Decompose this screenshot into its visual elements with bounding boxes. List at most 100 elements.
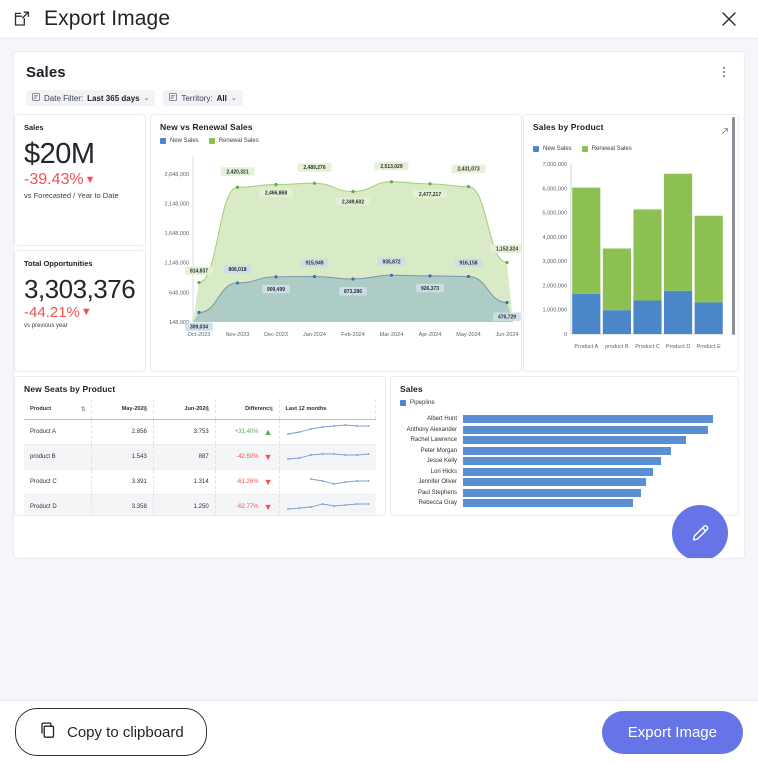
pipeline-row[interactable]: Lori Hicks — [391, 467, 726, 478]
svg-text:Feb-2024: Feb-2024 — [341, 332, 365, 338]
pipeline-bar — [463, 488, 641, 497]
svg-text:6,000,000: 6,000,000 — [543, 186, 567, 192]
cell-difference: -62.77% ▼ — [215, 494, 280, 515]
legend-swatch-pipeline — [400, 400, 406, 406]
legend-label-renewal-sales: Renewal Sales — [218, 138, 259, 144]
chart-card-new-vs-renewal[interactable]: New vs Renewal Sales New Sales Renewal S… — [150, 114, 522, 372]
cell-difference: +31.40% ▲ — [215, 419, 280, 445]
sparkline — [286, 453, 369, 460]
sort-icon[interactable]: ⇅ — [205, 406, 210, 413]
table-col-may[interactable]: May-2024 ⇅ — [91, 399, 154, 420]
svg-text:2,466,868: 2,466,868 — [265, 191, 287, 197]
page-title: Export Image — [44, 7, 171, 30]
sparkline — [286, 424, 369, 435]
more-vertical-icon[interactable] — [716, 62, 732, 82]
svg-text:648,000: 648,000 — [169, 290, 189, 296]
table-row[interactable]: Product C 3.391 1.314 -61.26% ▼ — [24, 469, 376, 495]
table-col-jun[interactable]: Jun-2024 ⇅ — [153, 399, 216, 420]
triangle-down-icon: ▼ — [80, 306, 92, 318]
triangle-down-icon: ▼ — [263, 452, 273, 462]
svg-text:5,000,000: 5,000,000 — [543, 211, 567, 217]
svg-text:2,148,000: 2,148,000 — [165, 201, 189, 207]
cell-may: 2.856 — [91, 419, 154, 445]
svg-text:2,000,000: 2,000,000 — [543, 283, 567, 289]
table-row[interactable]: Product A 2.856 3.753 +31.40% ▲ — [24, 419, 376, 445]
cell-jun: 3.753 — [153, 419, 216, 445]
table-card-new-seats[interactable]: New Seats by Product Product ⇅ May-2024 ⇅ … — [14, 376, 386, 516]
sparkline — [286, 503, 369, 510]
svg-text:1,148,000: 1,148,000 — [165, 261, 189, 267]
chart-title-pipeline: Sales — [400, 384, 423, 394]
svg-text:873,286: 873,286 — [344, 289, 362, 295]
pipeline-bar — [463, 415, 713, 424]
table-row[interactable]: product B 1.543 887 -42.50% ▼ — [24, 444, 376, 470]
legend-item-renewal-sales[interactable]: Renewal Sales — [581, 146, 632, 152]
pipeline-row[interactable]: Jennifer Oliver — [391, 477, 726, 488]
table-row[interactable]: Product D 3.358 1.250 -62.77% ▼ — [24, 494, 376, 515]
pipeline-row[interactable]: Rachel Lawrence — [391, 435, 726, 446]
chart-card-pipeline[interactable]: Sales Pipepline Albert Hunt Anthony Alexa… — [390, 376, 739, 516]
legend-item-renewal-sales[interactable]: Renewal Sales — [208, 138, 259, 144]
svg-text:Dec-2023: Dec-2023 — [264, 332, 288, 338]
svg-text:309,034: 309,034 — [190, 324, 208, 330]
edit-dashboard-button[interactable] — [672, 505, 728, 558]
sort-icon[interactable]: ⇅ — [81, 406, 86, 413]
kpi-card-sales[interactable]: Sales $20M -39.43% ▼ vs Forecasted / Yea… — [14, 114, 146, 246]
legend-item-pipeline[interactable]: Pipepline — [400, 400, 435, 406]
svg-text:Product D: Product D — [666, 344, 690, 350]
svg-text:0: 0 — [564, 332, 567, 338]
svg-text:product B: product B — [605, 344, 629, 350]
pipeline-row[interactable]: Rebecca Gray — [391, 498, 726, 509]
svg-text:935,872: 935,872 — [382, 259, 400, 265]
svg-text:Mar-2024: Mar-2024 — [380, 332, 404, 338]
table-col-difference[interactable]: Difference ⇅ — [215, 399, 280, 420]
pipeline-row[interactable]: Peter Morgan — [391, 446, 726, 457]
pipeline-bar — [463, 478, 646, 487]
cell-jun: 1.250 — [153, 494, 216, 515]
kpi-card-opportunities[interactable]: Total Opportunities 3,303,376 -44.21% ▼ … — [14, 250, 146, 372]
svg-text:2,431,073: 2,431,073 — [457, 167, 479, 173]
copy-to-clipboard-button[interactable]: Copy to clipboard — [15, 708, 207, 756]
svg-text:909,499: 909,499 — [267, 287, 285, 293]
pipeline-label: Peter Morgan — [420, 447, 457, 454]
chart-legend-pipeline: Pipepline — [391, 394, 738, 406]
cell-may: 3.358 — [91, 494, 154, 515]
filter-chip-territory[interactable]: Territory: All ⌄ — [163, 90, 243, 106]
legend-item-new-sales[interactable]: New Sales — [160, 138, 199, 144]
svg-text:2,477,217: 2,477,217 — [419, 192, 441, 198]
svg-text:1,648,000: 1,648,000 — [165, 231, 189, 237]
chart-title-sales-by-product: Sales by Product — [533, 122, 604, 132]
kpi-opportunities-value: 3,303,376 — [24, 274, 136, 304]
cell-product: product B — [24, 444, 92, 470]
pipeline-row[interactable]: Paul Stephens — [391, 488, 726, 499]
cell-jun: 887 — [153, 444, 216, 470]
table-col-product[interactable]: Product ⇅ — [24, 399, 92, 420]
export-image-button[interactable]: Export Image — [601, 710, 743, 754]
pipeline-row[interactable]: Albert Hunt — [391, 414, 726, 425]
triangle-down-icon: ▼ — [263, 502, 273, 512]
filter-chip-date-label: Date Filter: — [44, 93, 84, 103]
pipeline-row[interactable]: Anthony Alexander — [391, 425, 726, 436]
pipeline-bar — [463, 446, 671, 455]
close-icon[interactable] — [716, 6, 742, 32]
sort-icon[interactable]: ⇅ — [143, 406, 148, 413]
svg-text:2,513,029: 2,513,029 — [380, 164, 402, 170]
pipeline-row[interactable]: Jesse Kelly — [391, 456, 726, 467]
vertical-scrollbar[interactable] — [731, 117, 736, 355]
table-col-last12[interactable]: Last 12 months — [279, 399, 376, 420]
kpi-sales-label: Sales — [24, 123, 44, 132]
chevron-down-icon: ⌄ — [230, 95, 237, 102]
pipeline-bar — [463, 457, 661, 466]
sort-icon[interactable]: ⇅ — [268, 406, 273, 413]
svg-text:3,000,000: 3,000,000 — [543, 259, 567, 265]
kpi-opportunities-delta-value: -44.21% — [24, 304, 80, 321]
kpi-opportunities-subtitle: vs previous year — [24, 323, 68, 329]
filter-chip-date[interactable]: Date Filter: Last 365 days ⌄ — [26, 90, 156, 106]
dashboard-preview: Sales Date Filter: Last 365 days ⌄ Terri… — [13, 51, 745, 559]
scrollbar-thumb[interactable] — [732, 117, 735, 335]
legend-item-new-sales[interactable]: New Sales — [533, 146, 572, 152]
cell-sparkline — [279, 469, 376, 495]
stacked-bar-plot: 0 1,000,000 2,000,000 3,000,000 4,000,000 5,0… — [543, 162, 724, 350]
chart-card-sales-by-product[interactable]: Sales by Product New Sales Renewal Sales — [523, 114, 739, 372]
pipeline-bar — [463, 436, 686, 445]
